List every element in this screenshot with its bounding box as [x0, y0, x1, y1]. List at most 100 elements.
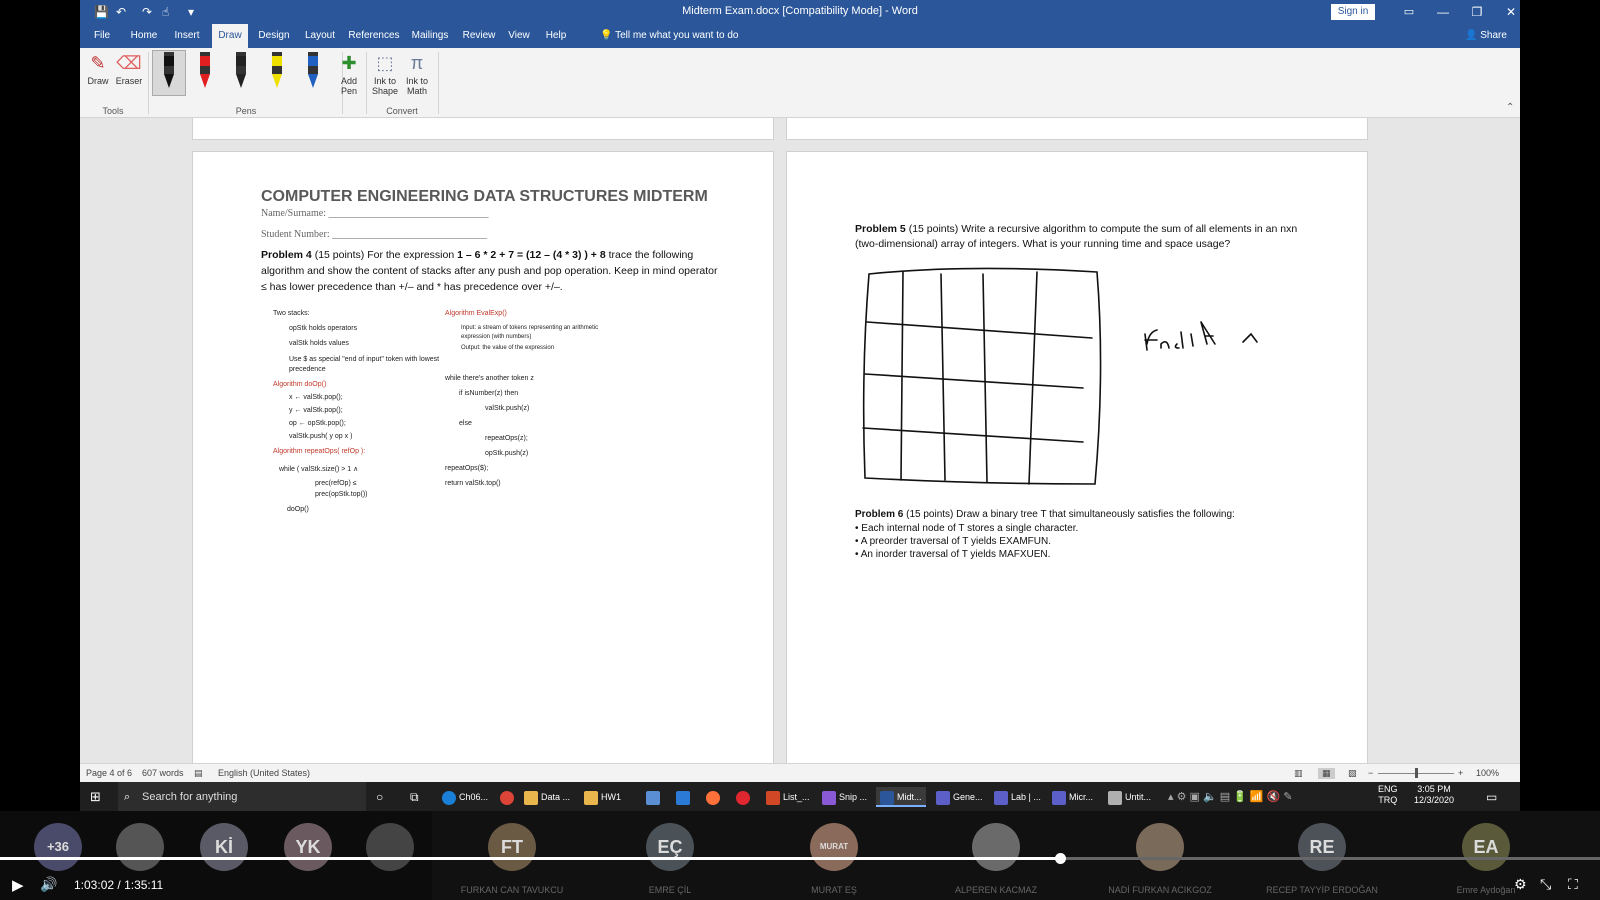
participant-avatar[interactable]: FT: [488, 823, 536, 871]
vscode-icon: [676, 790, 690, 805]
participant-avatar[interactable]: Kİ: [200, 823, 248, 871]
code-line: repeatOps(z);: [485, 435, 528, 442]
taskbar-app-network[interactable]: [646, 787, 663, 807]
tab-review[interactable]: Review: [460, 24, 498, 48]
tab-layout[interactable]: Layout: [300, 24, 340, 48]
opera-icon: [736, 790, 750, 805]
pen-swatch[interactable]: [161, 52, 177, 92]
cortana-icon[interactable]: ○: [376, 787, 383, 807]
seek-handle[interactable]: [1055, 853, 1066, 864]
participant-avatar[interactable]: MURAT: [810, 823, 858, 871]
video-seek-bar[interactable]: [0, 853, 1600, 864]
taskbar-app-opera[interactable]: [736, 787, 753, 807]
participant-avatar[interactable]: EÇ: [646, 823, 694, 871]
zoom-slider[interactable]: [1378, 768, 1454, 778]
draw-tool-button[interactable]: ✎ Draw: [86, 52, 110, 86]
zoom-out-icon[interactable]: −: [1368, 768, 1373, 778]
sign-in-button[interactable]: Sign in: [1331, 4, 1375, 20]
language-switcher[interactable]: ENG TRQ: [1378, 784, 1398, 805]
ink-to-math-label: Ink to Math: [405, 76, 428, 96]
tab-references[interactable]: References: [346, 24, 402, 48]
volume-icon[interactable]: 🔊: [40, 876, 57, 893]
eraser-button[interactable]: ⌫ Eraser: [114, 52, 144, 86]
more-participants-badge[interactable]: +36: [34, 823, 82, 871]
participant-avatar[interactable]: EA: [1462, 823, 1510, 871]
participant-avatar[interactable]: [1136, 823, 1184, 871]
page-count[interactable]: Page 4 of 6: [86, 768, 132, 778]
taskbar-app-paint[interactable]: Untit...: [1108, 787, 1151, 807]
pens-gallery: [152, 48, 338, 104]
tab-home[interactable]: Home: [126, 24, 162, 48]
tab-mailings[interactable]: Mailings: [408, 24, 452, 48]
zoom-level[interactable]: 100%: [1476, 768, 1499, 778]
tab-file[interactable]: File: [88, 24, 116, 48]
handwritten-grid-drawing: [862, 267, 1258, 485]
add-pen-button[interactable]: ✚ Add Pen: [336, 52, 362, 96]
taskbar-app-teams-1[interactable]: Gene...: [936, 787, 983, 807]
restore-button[interactable]: ❐: [1466, 2, 1488, 22]
participant-avatar[interactable]: RE: [1298, 823, 1346, 871]
ink-to-shape-button[interactable]: ⬚ Ink to Shape: [370, 52, 400, 96]
tab-draw[interactable]: Draw: [212, 24, 248, 48]
shapes-icon: ⬚: [376, 53, 394, 73]
tab-view[interactable]: View: [504, 24, 534, 48]
tab-insert[interactable]: Insert: [170, 24, 204, 48]
pen-swatch[interactable]: [305, 52, 321, 92]
convert-group-label: Convert: [386, 106, 418, 116]
task-view-icon[interactable]: ⧉: [410, 787, 419, 807]
participant-avatar[interactable]: [366, 823, 414, 871]
settings-icon[interactable]: ⚙: [1514, 876, 1527, 893]
fullscreen-icon[interactable]: ⛶: [1568, 876, 1578, 893]
ink-to-math-button[interactable]: π Ink to Math: [400, 52, 434, 96]
play-icon[interactable]: ▶: [12, 876, 24, 894]
close-button[interactable]: ✕: [1500, 2, 1520, 22]
pen-swatch[interactable]: [269, 52, 285, 92]
language-primary: ENG: [1378, 784, 1398, 794]
pen-swatch[interactable]: [197, 52, 213, 92]
participant-avatar[interactable]: [972, 823, 1020, 871]
windows-start-icon[interactable]: ⊞: [90, 787, 101, 807]
taskbar-app-snip[interactable]: Snip ...: [822, 787, 867, 807]
taskbar-app-powerpoint[interactable]: List_...: [766, 787, 810, 807]
firefox-icon: [706, 790, 720, 805]
collapse-ribbon-icon[interactable]: ⌃: [1506, 102, 1514, 113]
zoom-slider-thumb[interactable]: [1415, 768, 1418, 778]
clock[interactable]: 3:05 PM 12/3/2020: [1414, 784, 1454, 805]
zoom-in-icon[interactable]: +: [1458, 768, 1463, 778]
taskbar-app-data[interactable]: Data ...: [524, 787, 570, 807]
tray-icons[interactable]: ▴ ⚙ ▣ 🔈 ▤ 🔋 📶 🔇 ✎: [1168, 787, 1293, 807]
taskbar-app-hw1[interactable]: HW1: [584, 787, 621, 807]
word-count[interactable]: 607 words: [142, 768, 184, 778]
notifications-icon[interactable]: ▭: [1486, 787, 1497, 807]
document-canvas: COMPUTER ENGINEERING DATA STRUCTURES MID…: [80, 118, 1520, 763]
pip-icon[interactable]: ⤡: [1540, 876, 1551, 893]
tell-me-search[interactable]: 💡 Tell me what you want to do: [600, 24, 738, 48]
proofing-icon[interactable]: ▤: [194, 768, 203, 779]
taskbar-app-teams-3[interactable]: Micr...: [1052, 787, 1093, 807]
language-indicator[interactable]: English (United States): [218, 768, 310, 778]
pen-swatch[interactable]: [233, 52, 249, 92]
participant-avatar[interactable]: [116, 823, 164, 871]
taskbar-app-vs[interactable]: [676, 787, 693, 807]
minimize-button[interactable]: —: [1432, 2, 1454, 22]
document-title: Midterm Exam.docx [Compatibility Mode] -…: [682, 5, 918, 17]
taskbar-app-chrome[interactable]: [500, 787, 517, 807]
taskbar-search-box[interactable]: ⌕ Search for anything: [118, 782, 366, 811]
taskbar-app-firefox[interactable]: [706, 787, 723, 807]
read-mode-icon[interactable]: ▥: [1294, 768, 1303, 779]
tab-design[interactable]: Design: [254, 24, 294, 48]
problem-4-label: Problem 4: [261, 249, 312, 261]
taskbar-app-edge[interactable]: Ch06...: [442, 787, 488, 807]
ribbon-display-icon[interactable]: ▭: [1398, 2, 1420, 22]
tab-help[interactable]: Help: [540, 24, 572, 48]
taskbar-app-word[interactable]: Midt...: [876, 787, 926, 807]
taskbar-app-teams-2[interactable]: Lab | ...: [994, 787, 1041, 807]
participant-avatar[interactable]: YK: [284, 823, 332, 871]
page-4[interactable]: COMPUTER ENGINEERING DATA STRUCTURES MID…: [192, 151, 774, 763]
page-5[interactable]: Problem 5 (15 points) Write a recursive …: [786, 151, 1368, 763]
web-layout-icon[interactable]: ▧: [1348, 768, 1357, 779]
code-line: Use $ as special "end of input" token wi…: [289, 356, 440, 373]
print-layout-icon[interactable]: ▦: [1318, 768, 1335, 779]
share-button[interactable]: 👤 Share: [1465, 24, 1507, 48]
word-window: 💾 ↶ ↷ ☝ ▾ Midterm Exam.docx [Compatibili…: [80, 0, 1520, 782]
